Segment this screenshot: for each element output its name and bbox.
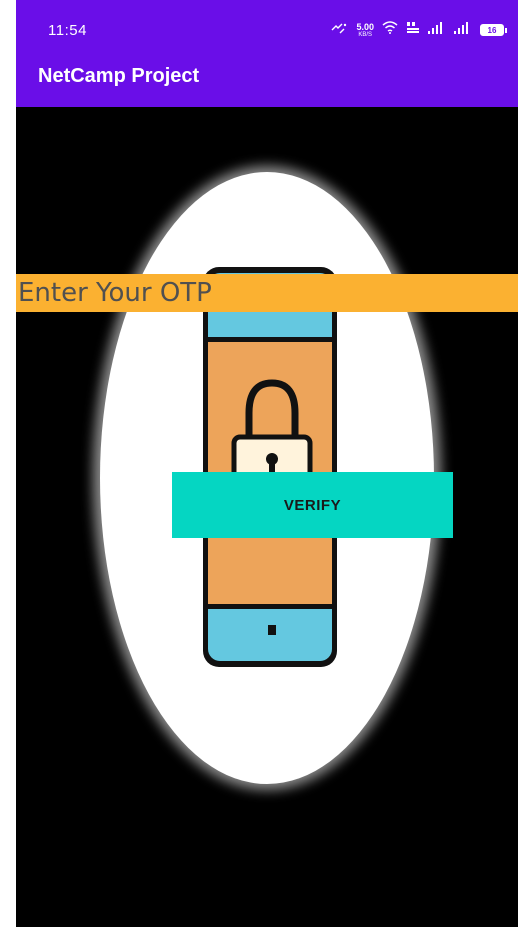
battery-level: 16	[487, 25, 497, 35]
otp-content: VERIFY	[16, 107, 518, 927]
otp-input[interactable]	[16, 274, 518, 312]
wifi-icon	[382, 21, 398, 39]
net-speed: 5.00 KB/S	[356, 21, 374, 38]
net-speed-value: 5.00	[356, 21, 374, 32]
app-title: NetCamp Project	[38, 65, 200, 87]
verify-button[interactable]: VERIFY	[172, 472, 453, 538]
signal-icon	[454, 21, 472, 39]
status-bar: 11:54 5.00 KB/S 16	[16, 0, 518, 56]
net-speed-unit: KB/S	[358, 31, 373, 38]
status-icons: 5.00 KB/S 16	[330, 20, 507, 40]
volte-icon	[406, 21, 420, 39]
data-transfer-icon	[330, 21, 348, 40]
signal-icon	[428, 21, 446, 39]
app-screen: 11:54 5.00 KB/S 16 NetCamp Project Enter…	[16, 0, 518, 927]
battery-icon: 16	[480, 24, 507, 36]
app-bar: NetCamp Project	[16, 56, 518, 107]
status-time: 11:54	[48, 22, 87, 39]
